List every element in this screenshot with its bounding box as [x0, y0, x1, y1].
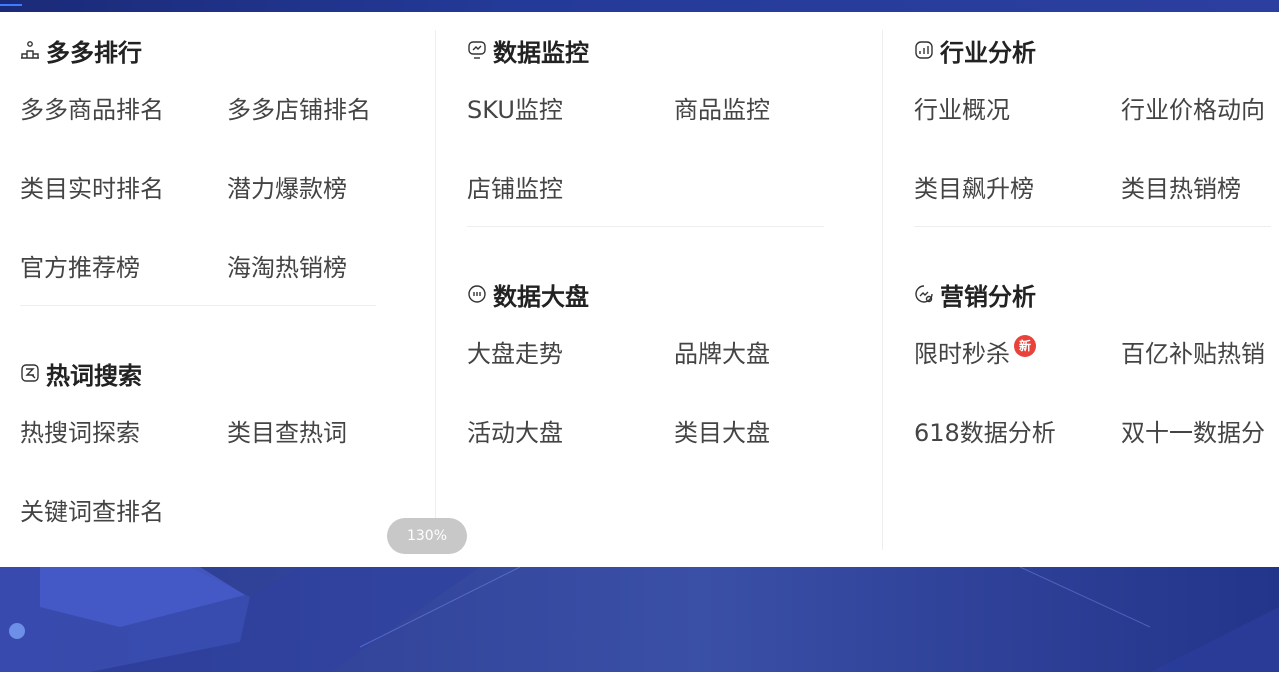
- section-divider: [914, 226, 1271, 227]
- column-divider: [882, 30, 883, 550]
- section-title-monitor: 数据监控: [467, 34, 589, 67]
- menu-item-category-market[interactable]: 类目大盘: [674, 418, 770, 448]
- hero-banner: [0, 567, 1279, 672]
- menu-item-category-rising-list[interactable]: 类目飙升榜: [914, 174, 1034, 204]
- menu-item-double11-data-analysis[interactable]: 双十一数据分: [1121, 418, 1265, 448]
- menu-item-industry-overview[interactable]: 行业概况: [914, 95, 1010, 125]
- menu-item-category-hotwords[interactable]: 类目查热词: [227, 418, 347, 448]
- new-badge: 新: [1014, 335, 1036, 357]
- menu-item-official-recommend-list[interactable]: 官方推荐榜: [20, 253, 140, 283]
- section-title-industry: 行业分析: [914, 34, 1036, 67]
- top-bar-accent: [0, 4, 22, 6]
- bottom-strip: [0, 672, 1279, 697]
- menu-item-keyword-rank[interactable]: 关键词查排名: [20, 497, 164, 527]
- section-title-label: 数据大盘: [493, 282, 589, 311]
- menu-item-potential-hot-list[interactable]: 潜力爆款榜: [227, 174, 347, 204]
- section-title-ranking: 多多排行: [20, 34, 142, 67]
- section-title-market: 数据大盘: [467, 278, 589, 311]
- menu-item-duoduo-product-rank[interactable]: 多多商品排名: [20, 95, 164, 125]
- menu-item-activity-market[interactable]: 活动大盘: [467, 418, 563, 448]
- marketing-chart-icon: [914, 284, 934, 304]
- menu-item-618-data-analysis[interactable]: 618数据分析: [914, 418, 1056, 448]
- section-title-label: 营销分析: [940, 282, 1036, 311]
- menu-item-category-hot-list[interactable]: 类目热销榜: [1121, 174, 1241, 204]
- menu-item-brand-market[interactable]: 品牌大盘: [674, 339, 770, 369]
- menu-item-shop-monitor[interactable]: 店铺监控: [467, 174, 563, 204]
- section-divider: [467, 226, 824, 227]
- rank-podium-icon: [20, 40, 40, 60]
- menu-item-sku-monitor[interactable]: SKU监控: [467, 95, 563, 125]
- zoom-level-indicator: 130%: [387, 518, 467, 554]
- menu-item-product-monitor[interactable]: 商品监控: [674, 95, 770, 125]
- section-title-label: 行业分析: [940, 38, 1036, 67]
- search-box-icon: [20, 363, 40, 383]
- dots-box-icon: [467, 284, 487, 304]
- menu-item-overseas-hot-list[interactable]: 海淘热销榜: [227, 253, 347, 283]
- menu-item-billion-subsidy-hot[interactable]: 百亿补贴热销: [1121, 339, 1265, 369]
- section-title-label: 数据监控: [493, 38, 589, 67]
- menu-item-label: 限时秒杀: [914, 340, 1010, 368]
- section-divider: [20, 305, 376, 306]
- section-title-label: 多多排行: [46, 38, 142, 67]
- menu-item-industry-price-trend[interactable]: 行业价格动向: [1121, 95, 1265, 125]
- nav-dropdown-panel: 多多排行 多多商品排名 多多店铺排名 类目实时排名 潜力爆款榜 官方推荐榜 海淘…: [0, 12, 1279, 567]
- monitor-chat-icon: [467, 40, 487, 60]
- menu-item-category-realtime-rank[interactable]: 类目实时排名: [20, 174, 164, 204]
- top-bar: [0, 0, 1279, 12]
- section-title-label: 热词搜索: [46, 361, 142, 390]
- chart-box-icon: [914, 40, 934, 60]
- menu-item-flash-sale[interactable]: 限时秒杀新: [914, 335, 1036, 369]
- menu-item-duoduo-shop-rank[interactable]: 多多店铺排名: [227, 95, 371, 125]
- section-title-hotwords: 热词搜索: [20, 357, 142, 390]
- banner-decoration: [0, 567, 1279, 672]
- menu-item-hot-search-explore[interactable]: 热搜词探索: [20, 418, 140, 448]
- section-title-marketing: 营销分析: [914, 278, 1036, 311]
- menu-item-market-trend[interactable]: 大盘走势: [467, 339, 563, 369]
- column-divider: [435, 30, 436, 550]
